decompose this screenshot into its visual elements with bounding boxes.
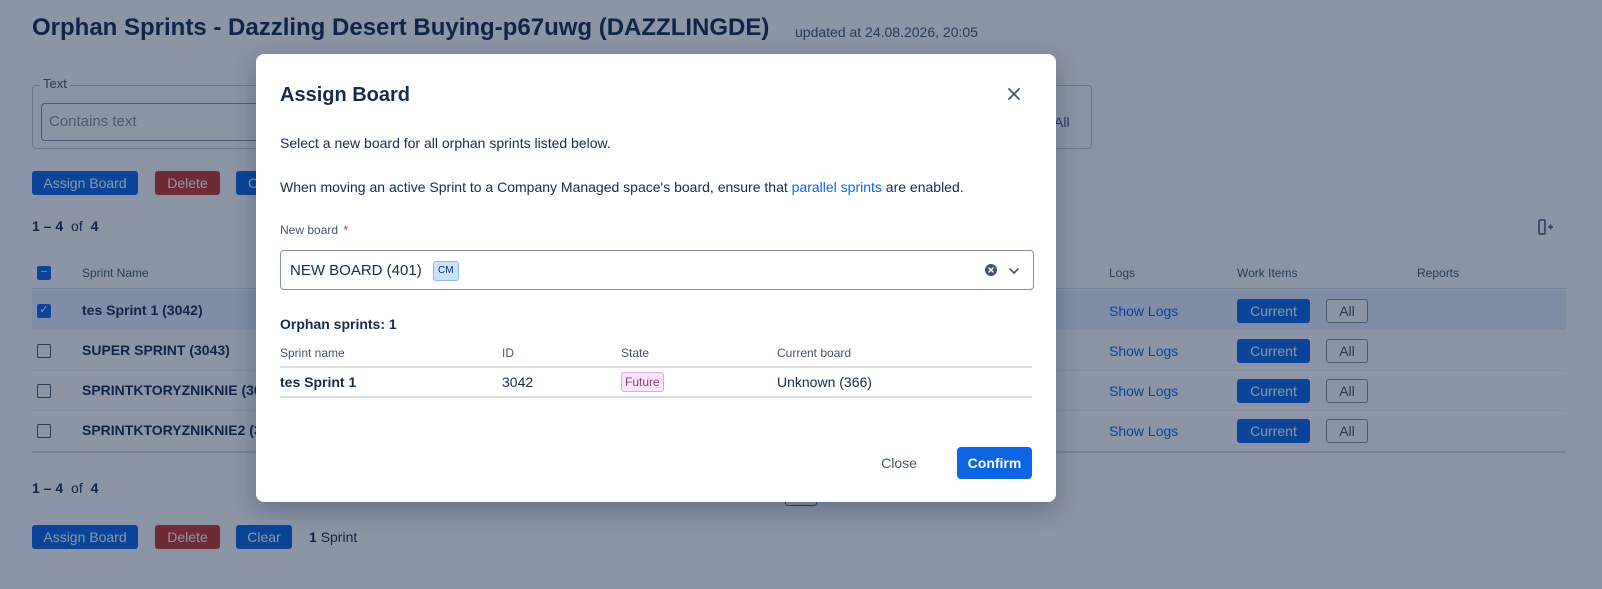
new-board-label: New board * — [280, 223, 348, 237]
new-board-select[interactable]: NEW BOARD (401) CM — [280, 250, 1034, 290]
clear-selection-icon[interactable] — [984, 263, 998, 277]
modal-table-header-divider — [280, 366, 1032, 368]
modal-description: Select a new board for all orphan sprint… — [280, 135, 611, 151]
modal-table-bottom-divider — [280, 396, 1032, 398]
col-id: ID — [502, 346, 514, 360]
orphan-row-name: tes Sprint 1 — [280, 374, 357, 390]
required-mark: * — [343, 223, 349, 237]
chevron-down-icon[interactable] — [1007, 264, 1021, 278]
selected-board-value: NEW BOARD (401) — [290, 262, 422, 279]
parallel-sprints-link[interactable]: parallel sprints — [792, 179, 882, 195]
col-current-board: Current board — [777, 346, 852, 360]
orphan-row-board: Unknown (366) — [777, 374, 872, 390]
state-badge: Future — [621, 372, 664, 392]
modal-note: When moving an active Sprint to a Compan… — [280, 179, 964, 195]
assign-board-modal: Assign Board Select a new board for all … — [256, 54, 1056, 502]
modal-title: Assign Board — [280, 84, 411, 106]
col-sprint-name: Sprint name — [280, 346, 345, 360]
note-text-before: When moving an active Sprint to a Compan… — [280, 179, 788, 195]
col-state: State — [621, 346, 650, 360]
note-text-after: are enabled. — [885, 179, 964, 195]
orphan-sprints-heading: Orphan sprints: 1 — [280, 316, 397, 332]
close-icon[interactable] — [1006, 86, 1022, 102]
modal-close-button[interactable]: Close — [869, 447, 929, 479]
confirm-button[interactable]: Confirm — [957, 447, 1032, 479]
orphan-row-id: 3042 — [502, 374, 534, 390]
board-type-badge: CM — [433, 261, 459, 281]
new-board-label-text: New board — [280, 223, 339, 237]
